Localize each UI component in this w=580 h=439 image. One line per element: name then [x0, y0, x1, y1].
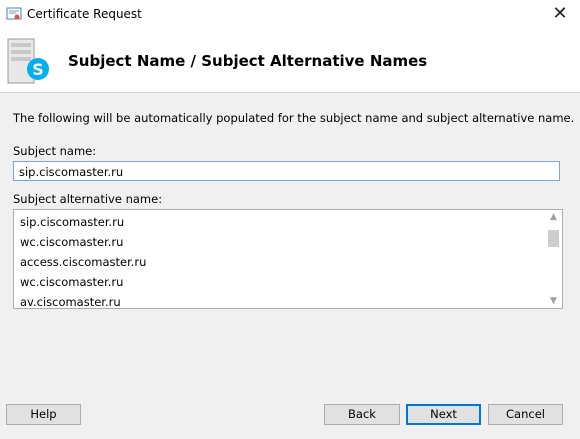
next-button[interactable]: Next [406, 404, 481, 425]
subject-name-label: Subject name: [13, 144, 97, 158]
title-bar: Certificate Request ✕ [0, 0, 580, 30]
svg-text:S: S [32, 60, 44, 79]
vertical-scrollbar[interactable]: ▲ ▼ [545, 210, 562, 308]
back-button[interactable]: Back [324, 404, 400, 425]
window-title: Certificate Request [27, 7, 142, 21]
cancel-button[interactable]: Cancel [488, 404, 563, 425]
list-item[interactable]: access.ciscomaster.ru [20, 255, 146, 269]
san-list[interactable]: sip.ciscomaster.ru wc.ciscomaster.ru acc… [13, 209, 563, 309]
close-icon: ✕ [552, 3, 568, 24]
page-title: Subject Name / Subject Alternative Names [68, 52, 428, 70]
scroll-thumb[interactable] [548, 230, 559, 247]
server-skype-icon: S [7, 38, 49, 84]
list-item[interactable]: av.ciscomaster.ru [20, 295, 121, 308]
close-button[interactable]: ✕ [540, 0, 580, 30]
list-item[interactable]: sip.ciscomaster.ru [20, 215, 124, 229]
help-button[interactable]: Help [6, 404, 81, 425]
wizard-header: S Subject Name / Subject Alternative Nam… [0, 30, 580, 93]
certificate-icon [6, 7, 22, 20]
list-item[interactable]: wc.ciscomaster.ru [20, 235, 123, 249]
description-text: The following will be automatically popu… [13, 111, 575, 125]
scroll-up-icon[interactable]: ▲ [545, 210, 562, 224]
scroll-down-icon[interactable]: ▼ [545, 294, 562, 308]
list-item[interactable]: wc.ciscomaster.ru [20, 275, 123, 289]
subject-name-field[interactable]: sip.ciscomaster.ru [13, 161, 560, 181]
san-label: Subject alternative name: [13, 192, 163, 206]
